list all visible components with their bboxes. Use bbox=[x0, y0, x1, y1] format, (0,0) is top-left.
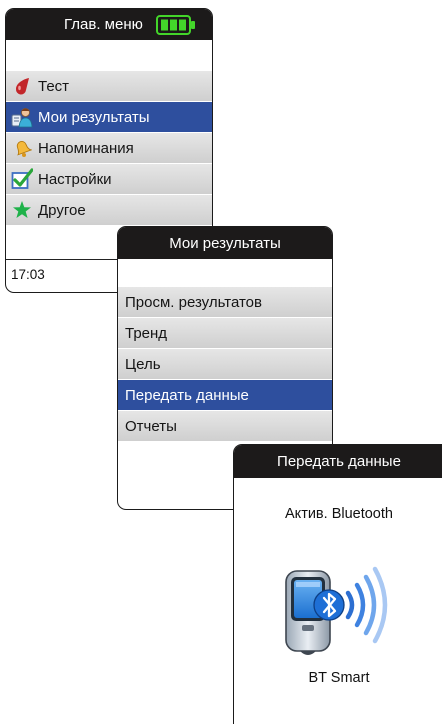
main-menu-titlebar: Глав. меню bbox=[6, 9, 212, 40]
transfer-screen: Передать данные Актив. Bluetooth BT Smar… bbox=[233, 444, 442, 724]
menu-item-test[interactable]: Тест bbox=[6, 71, 212, 102]
menu-item-label: Настройки bbox=[38, 170, 112, 188]
bell-icon bbox=[11, 137, 33, 159]
menu-item-label: Тест bbox=[38, 77, 70, 95]
menu-item-reports[interactable]: Отчеты bbox=[118, 411, 332, 442]
menu-item-target[interactable]: Цель bbox=[118, 349, 332, 380]
clock-text: 17:03 bbox=[11, 267, 45, 282]
star-icon bbox=[11, 199, 33, 221]
results-menu-title: Мои результаты bbox=[169, 234, 281, 252]
menu-item-label: Отчеты bbox=[125, 417, 177, 435]
results-menu-titlebar: Мои результаты bbox=[118, 227, 332, 259]
menu-item-settings[interactable]: Настройки bbox=[6, 164, 212, 195]
menu-item-label: Тренд bbox=[125, 324, 168, 342]
checkmark-icon bbox=[11, 168, 33, 190]
menu-item-label: Передать данные bbox=[125, 386, 249, 404]
main-menu-list: Тест Мои результаты Напоминания Настройк… bbox=[6, 71, 212, 226]
menu-item-label: Цель bbox=[125, 355, 161, 373]
menu-item-other[interactable]: Другое bbox=[6, 195, 212, 226]
menu-item-label: Просм. результатов bbox=[125, 293, 262, 311]
results-menu-list: Просм. результатов Тренд Цель Передать д… bbox=[118, 287, 332, 442]
transfer-title: Передать данные bbox=[277, 453, 401, 470]
user-results-icon bbox=[11, 106, 33, 128]
menu-item-label: Другое bbox=[38, 201, 86, 219]
bt-smart-label: BT Smart bbox=[308, 670, 370, 686]
battery-icon bbox=[156, 15, 195, 35]
menu-item-reminders[interactable]: Напоминания bbox=[6, 133, 212, 164]
transfer-titlebar: Передать данные bbox=[234, 445, 442, 478]
meter-bluetooth-icon bbox=[285, 566, 388, 655]
bluetooth-status-text: Актив. Bluetooth bbox=[285, 506, 393, 522]
menu-item-view-results[interactable]: Просм. результатов bbox=[118, 287, 332, 318]
menu-item-my-results[interactable]: Мои результаты bbox=[6, 102, 212, 133]
menu-item-trend[interactable]: Тренд bbox=[118, 318, 332, 349]
main-menu-title: Глав. меню bbox=[64, 16, 143, 33]
menu-item-label: Напоминания bbox=[38, 139, 134, 157]
blood-drop-icon bbox=[11, 75, 33, 97]
menu-item-transfer-data[interactable]: Передать данные bbox=[118, 380, 332, 411]
menu-item-label: Мои результаты bbox=[38, 108, 150, 126]
